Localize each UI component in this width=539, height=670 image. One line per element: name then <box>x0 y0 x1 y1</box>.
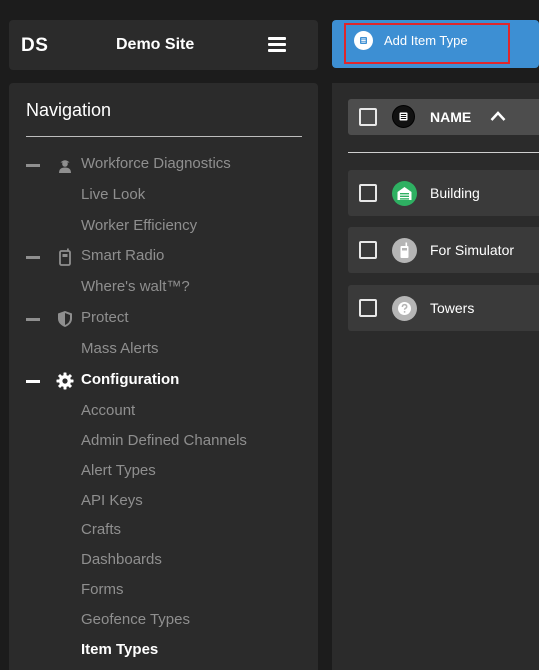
worker-icon <box>56 156 74 174</box>
hamburger-menu-icon[interactable] <box>268 37 286 53</box>
sidebar-item-admin-defined-channels[interactable]: Admin Defined Channels <box>81 432 247 449</box>
site-header: DS Demo Site <box>9 20 318 70</box>
item-type-name: Building <box>430 185 480 201</box>
sidebar-item-live-look[interactable]: Live Look <box>81 186 145 203</box>
table-header: NAME <box>348 99 539 135</box>
add-item-type-label: Add Item Type <box>384 33 468 48</box>
nav-group-label: Protect <box>81 309 129 326</box>
sidebar-item-alert-types[interactable]: Alert Types <box>81 462 156 479</box>
sidebar-item-item-types[interactable]: Item Types <box>81 641 158 658</box>
device-icon <box>392 238 417 263</box>
navigation-title: Navigation <box>26 100 112 120</box>
sidebar-item-crafts[interactable]: Crafts <box>81 521 121 538</box>
nav-group-label: Smart Radio <box>81 247 165 264</box>
nav-group-configuration[interactable]: Configuration <box>26 371 306 391</box>
table-row[interactable]: Building <box>348 170 539 216</box>
collapse-icon[interactable] <box>26 318 40 321</box>
sidebar-item-api-keys[interactable]: API Keys <box>81 492 143 509</box>
table-row[interactable]: For Simulator <box>348 227 539 273</box>
divider <box>26 136 302 137</box>
collapse-icon[interactable] <box>26 256 40 259</box>
shield-icon <box>56 310 74 328</box>
radio-icon <box>56 248 74 266</box>
nav-group-protect[interactable]: Protect <box>26 309 306 329</box>
add-item-type-button[interactable]: Add Item Type <box>332 20 539 68</box>
divider <box>348 152 539 153</box>
sidebar-item-forms[interactable]: Forms <box>81 581 124 598</box>
sidebar-item-account[interactable]: Account <box>81 402 135 419</box>
collapse-icon[interactable] <box>26 164 40 167</box>
name-column-header[interactable]: NAME <box>430 109 471 125</box>
app-window: DS Demo Site Add Item Type Navigation Wo… <box>0 0 539 670</box>
list-icon <box>392 105 415 128</box>
sidebar-item-wheres-walt[interactable]: Where's walt™? <box>81 278 190 295</box>
sidebar-item-dashboards[interactable]: Dashboards <box>81 551 162 568</box>
list-icon <box>354 31 373 50</box>
sidebar: Navigation Workforce Diagnostics Live Lo… <box>9 83 318 670</box>
collapse-icon[interactable] <box>26 380 40 383</box>
sidebar-item-geofence-types[interactable]: Geofence Types <box>81 611 190 628</box>
table-row[interactable]: Towers <box>348 285 539 331</box>
sort-ascending-icon[interactable] <box>489 109 507 123</box>
gear-icon <box>56 372 74 390</box>
site-abbreviation: DS <box>21 35 49 56</box>
sidebar-item-mass-alerts[interactable]: Mass Alerts <box>81 340 159 357</box>
building-icon <box>392 181 417 206</box>
nav-group-label: Workforce Diagnostics <box>81 155 231 172</box>
nav-group-workforce-diagnostics[interactable]: Workforce Diagnostics <box>26 155 306 175</box>
row-checkbox[interactable] <box>359 184 377 202</box>
nav-group-label: Configuration <box>81 371 180 388</box>
row-checkbox[interactable] <box>359 241 377 259</box>
question-icon <box>392 296 417 321</box>
item-type-name: For Simulator <box>430 242 515 258</box>
sidebar-item-worker-efficiency[interactable]: Worker Efficiency <box>81 217 197 234</box>
nav-group-smart-radio[interactable]: Smart Radio <box>26 247 306 267</box>
row-checkbox[interactable] <box>359 299 377 317</box>
site-name: Demo Site <box>116 36 195 53</box>
item-type-name: Towers <box>430 300 475 316</box>
select-all-checkbox[interactable] <box>359 108 377 126</box>
